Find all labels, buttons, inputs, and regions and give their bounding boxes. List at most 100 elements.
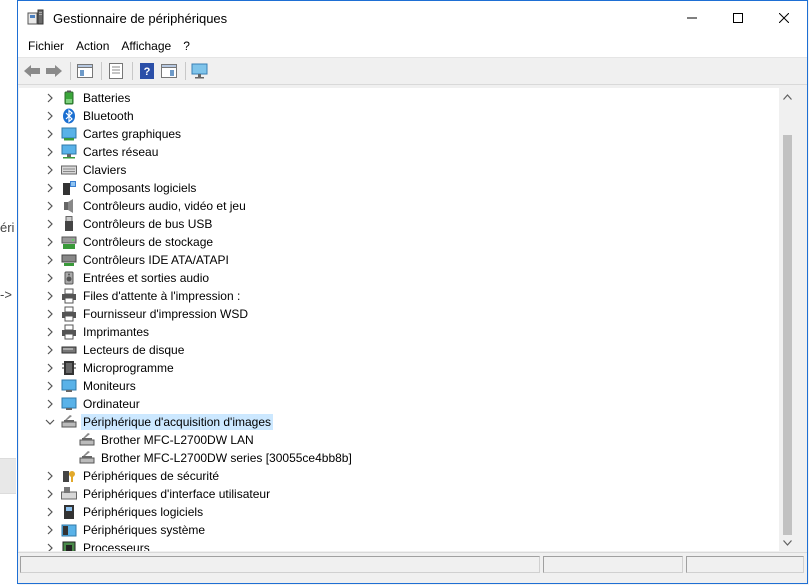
tree-category-row[interactable]: Imprimantes (43, 323, 151, 341)
chevron-right-icon (47, 291, 53, 301)
expand-toggle[interactable] (43, 217, 57, 231)
device-tree[interactable]: Batteries Bluetooth Cartes graphiques Carte… (19, 88, 779, 551)
tree-item-label: Contrôleurs de bus USB (83, 217, 213, 231)
tree-item-label: Brother MFC-L2700DW LAN (101, 433, 254, 447)
forward-button[interactable] (44, 61, 64, 81)
chevron-right-icon (47, 525, 53, 535)
tree-category-row[interactable]: Contrôleurs de bus USB (43, 215, 214, 233)
expand-toggle[interactable] (43, 253, 57, 267)
expand-toggle[interactable] (43, 523, 57, 537)
view-button[interactable] (159, 61, 179, 81)
tree-item-label: Lecteurs de disque (83, 343, 185, 357)
console-tree-button[interactable] (75, 61, 95, 81)
processor-icon (61, 540, 77, 551)
monitor-icon (191, 63, 208, 79)
security-device-icon (61, 468, 77, 484)
close-button[interactable] (761, 1, 807, 35)
expand-toggle[interactable] (43, 181, 57, 195)
tree-item-label: Bluetooth (83, 109, 134, 123)
expand-toggle[interactable] (43, 541, 57, 551)
expand-toggle[interactable] (43, 163, 57, 177)
vertical-scrollbar[interactable] (779, 88, 796, 551)
expand-toggle[interactable] (43, 109, 57, 123)
expand-toggle[interactable] (43, 361, 57, 375)
tree-category-row[interactable]: Périphériques système (43, 521, 207, 539)
chevron-right-icon (47, 129, 53, 139)
properties-button[interactable] (106, 61, 126, 81)
tree-category-row[interactable]: Moniteurs (43, 377, 138, 395)
expand-toggle[interactable] (43, 145, 57, 159)
tree-category-row[interactable]: Fournisseur d'impression WSD (43, 305, 250, 323)
chevron-down-icon (45, 419, 55, 425)
scrollbar-thumb[interactable] (783, 135, 792, 535)
tree-category-row[interactable]: Ordinateur (43, 395, 142, 413)
chevron-right-icon (47, 165, 53, 175)
scroll-up-button[interactable] (779, 88, 796, 105)
tree-category-row[interactable]: Processeurs (43, 539, 152, 551)
menu-action[interactable]: Action (70, 39, 115, 53)
expand-toggle[interactable] (43, 199, 57, 213)
close-icon (779, 13, 789, 23)
tree-category-row[interactable]: Périphériques de sécurité (43, 467, 221, 485)
chevron-right-icon (47, 399, 53, 409)
chevron-right-icon (47, 345, 53, 355)
tree-category-row[interactable]: Cartes réseau (43, 143, 160, 161)
back-button[interactable] (22, 61, 42, 81)
toolbar-separator (185, 62, 186, 80)
expand-toggle[interactable] (43, 289, 57, 303)
scroll-down-button[interactable] (779, 534, 796, 551)
tree-category-row[interactable]: Files d'attente à l'impression : (43, 287, 242, 305)
collapse-toggle[interactable] (43, 415, 57, 429)
tree-category-row[interactable]: Entrées et sorties audio (43, 269, 211, 287)
chevron-right-icon (47, 237, 53, 247)
status-pane (686, 556, 804, 573)
tree-device-row[interactable]: Brother MFC-L2700DW LAN (79, 431, 256, 449)
tree-category-row[interactable]: Périphériques d'interface utilisateur (43, 485, 272, 503)
expand-toggle[interactable] (43, 91, 57, 105)
tree-category-row[interactable]: Claviers (43, 161, 128, 179)
tree-category-row[interactable]: Contrôleurs audio, vidéo et jeu (43, 197, 248, 215)
expand-toggle[interactable] (43, 505, 57, 519)
help-icon: ? (140, 63, 154, 79)
expand-toggle[interactable] (43, 397, 57, 411)
tree-category-row[interactable]: Contrôleurs IDE ATA/ATAPI (43, 251, 231, 269)
tree-category-row[interactable]: Périphérique d'acquisition d'images (43, 413, 274, 431)
expand-toggle[interactable] (43, 235, 57, 249)
menu-affichage[interactable]: Affichage (115, 39, 177, 53)
expand-toggle[interactable] (43, 127, 57, 141)
expand-toggle[interactable] (43, 325, 57, 339)
maximize-button[interactable] (715, 1, 761, 35)
tree-category-row[interactable]: Composants logiciels (43, 179, 198, 197)
disk-drive-icon (61, 342, 77, 358)
expand-toggle[interactable] (43, 487, 57, 501)
minimize-button[interactable] (669, 1, 715, 35)
expand-toggle[interactable] (43, 379, 57, 393)
tree-category-row[interactable]: Bluetooth (43, 107, 136, 125)
tree-item-label: Périphérique d'acquisition d'images (81, 414, 274, 430)
title-bar[interactable]: Gestionnaire de périphériques (18, 1, 807, 35)
tree-device-row[interactable]: Brother MFC-L2700DW series [30055ce4bb8b… (79, 449, 354, 467)
expand-toggle[interactable] (43, 343, 57, 357)
menu-fichier[interactable]: Fichier (22, 39, 70, 53)
tree-category-row[interactable]: Lecteurs de disque (43, 341, 186, 359)
imaging-device-icon (61, 414, 77, 430)
network-adapter-icon (61, 144, 77, 160)
scan-hardware-button[interactable] (190, 61, 210, 81)
tree-item-label: Contrôleurs IDE ATA/ATAPI (83, 253, 229, 267)
expand-toggle[interactable] (43, 271, 57, 285)
tree-category-row[interactable]: Microprogramme (43, 359, 176, 377)
tree-item-label: Files d'attente à l'impression : (83, 289, 241, 303)
tree-category-row[interactable]: Batteries (43, 89, 132, 107)
tree-category-row[interactable]: Cartes graphiques (43, 125, 183, 143)
menu-help[interactable]: ? (177, 39, 196, 53)
tree-item-label: Périphériques système (83, 523, 206, 537)
expand-toggle[interactable] (43, 307, 57, 321)
tree-category-row[interactable]: Contrôleurs de stockage (43, 233, 215, 251)
forward-icon (46, 65, 62, 77)
tree-category-row[interactable]: Périphériques logiciels (43, 503, 205, 521)
tree-item-label: Périphériques de sécurité (83, 469, 220, 483)
help-button[interactable]: ? (137, 61, 157, 81)
chevron-up-icon (783, 93, 792, 100)
expand-toggle[interactable] (43, 469, 57, 483)
tree-item-label: Imprimantes (83, 325, 150, 339)
